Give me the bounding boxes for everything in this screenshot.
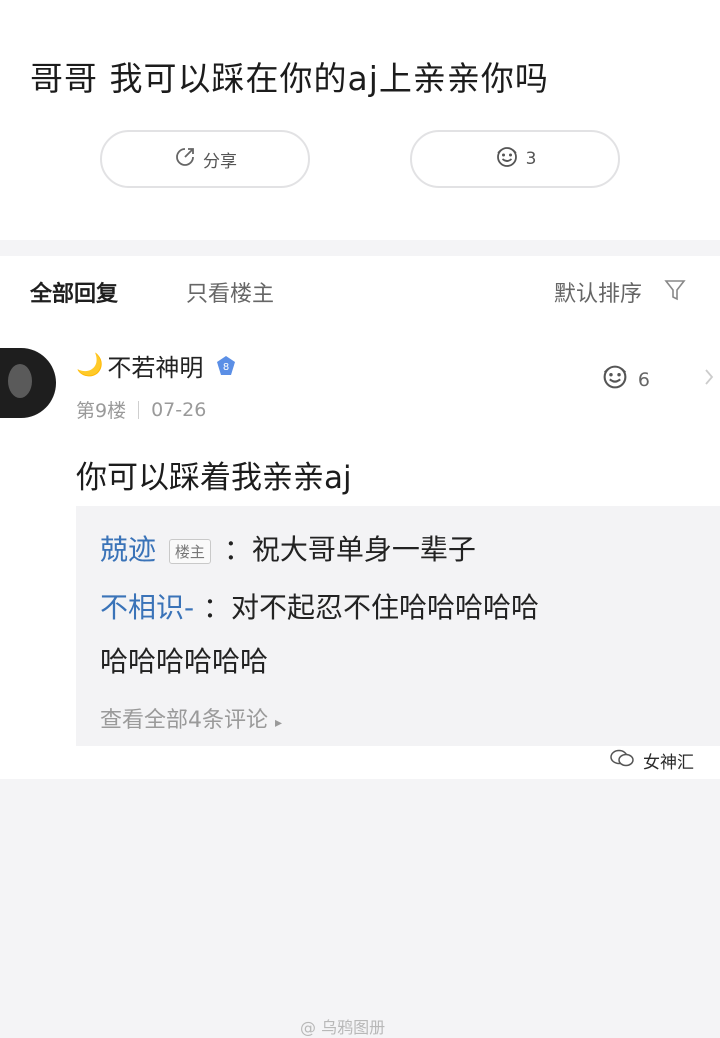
tab-all-replies[interactable]: 全部回复 (30, 276, 118, 308)
wechat-watermark: 女神汇 (609, 748, 694, 773)
like-button[interactable]: 3 (410, 130, 620, 188)
filter-icon[interactable] (664, 278, 686, 306)
reply-meta: 第9楼 07-26 (76, 396, 206, 423)
sub-reply-user[interactable]: 兢迹 (100, 533, 156, 566)
reply-like-count: 6 (637, 368, 650, 391)
sub-reply[interactable]: 不相识- ：对不起忍不住哈哈哈哈哈 (100, 586, 539, 626)
view-all-label: 查看全部4条评论 (100, 708, 268, 733)
owner-tag: 楼主 (168, 538, 211, 564)
weibo-watermark: @ 乌鸦图册 (300, 1018, 386, 1037)
wechat-watermark-label: 女神汇 (643, 753, 694, 773)
share-icon (173, 145, 197, 174)
chevron-right-icon[interactable] (704, 368, 714, 386)
sub-replies-box: 兢迹 楼主 ：祝大哥单身一辈子 不相识- ：对不起忍不住哈哈哈哈哈 哈哈哈哈哈哈… (76, 506, 720, 746)
moon-icon: 🌙 (76, 353, 104, 378)
tab-owner-only[interactable]: 只看楼主 (186, 276, 274, 308)
sub-reply[interactable]: 兢迹 楼主 ：祝大哥单身一辈子 (100, 528, 476, 568)
post-like-count: 3 (525, 149, 537, 169)
post-text: 哥哥 我可以踩在你的aj上亲亲你吗 (30, 59, 549, 98)
sub-reply-continuation: 哈哈哈哈哈哈 (100, 645, 269, 678)
reply-date: 07-26 (151, 398, 207, 421)
level-badge-icon: 8 (215, 355, 237, 377)
post-card: 哥哥 我可以踩在你的aj上亲亲你吗 分享 3 (0, 0, 720, 240)
reply-like-button[interactable]: 6 (600, 362, 650, 397)
wechat-icon (609, 748, 635, 773)
replies-section: 全部回复 只看楼主 默认排序 🌙 不若神明 8 第9楼 07-26 6 你可以踩… (0, 256, 720, 1037)
sort-button[interactable]: 默认排序 (554, 276, 642, 308)
avatar[interactable] (0, 348, 56, 418)
view-all-comments-link[interactable]: 查看全部4条评论 ▸ (100, 702, 282, 734)
reply-header: 🌙 不若神明 8 (76, 348, 237, 383)
share-button[interactable]: 分享 (100, 130, 310, 188)
share-label: 分享 (203, 151, 237, 172)
thumbs-up-icon (600, 362, 630, 397)
reply-text: 你可以踩着我亲亲aj (76, 460, 352, 496)
floor-number: 第9楼 (76, 400, 127, 422)
sub-reply-text: ：祝大哥单身一辈子 (223, 533, 476, 566)
sub-reply-text: ：对不起忍不住哈哈哈哈哈 (203, 591, 540, 624)
meta-divider (138, 400, 140, 419)
triangle-right-icon: ▸ (275, 715, 283, 731)
sub-reply-user[interactable]: 不相识- (100, 591, 194, 624)
reply-username[interactable]: 不若神明 (107, 348, 203, 383)
level-badge-number: 8 (223, 362, 229, 373)
thumbs-up-icon (494, 144, 520, 175)
